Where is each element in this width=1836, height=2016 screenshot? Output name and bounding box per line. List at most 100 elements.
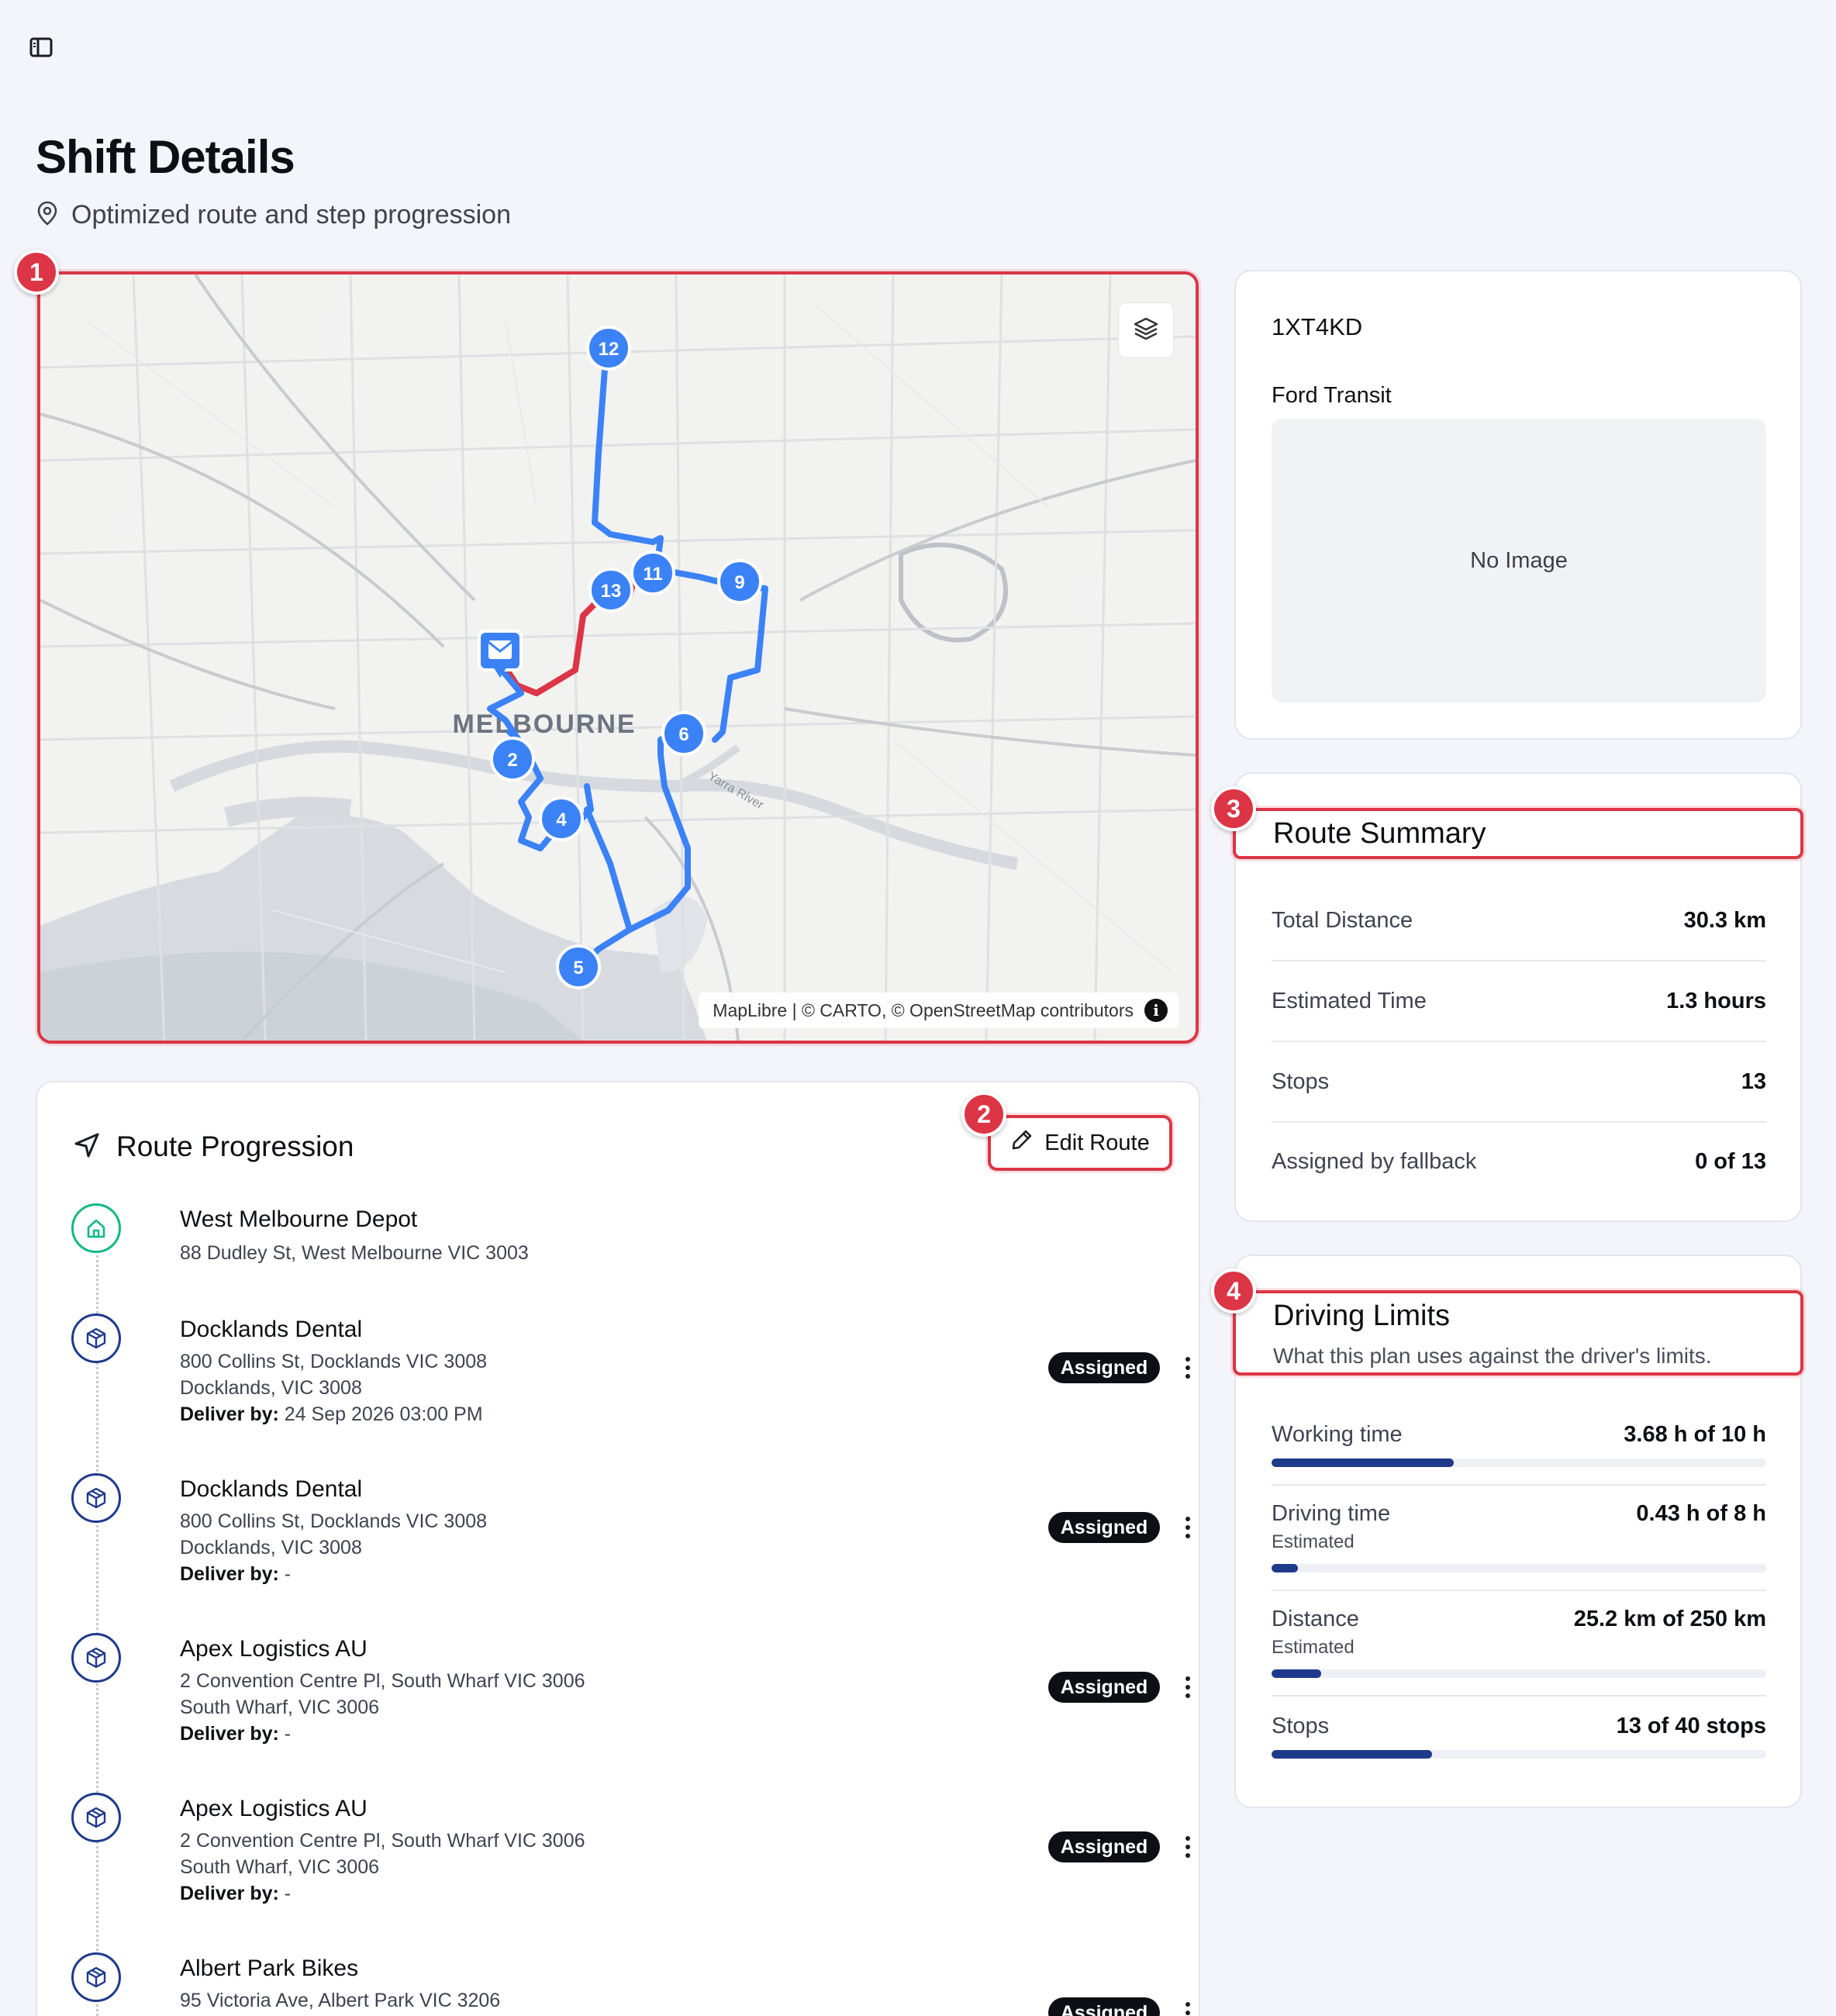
package-icon: [71, 1314, 121, 1363]
deliver-by-value: -: [278, 1723, 292, 1745]
limit-label: Distance: [1272, 1607, 1359, 1631]
map-marker-13: 13: [588, 568, 633, 613]
summary-row-stops: Stops 13: [1272, 1042, 1766, 1123]
summary-label: Estimated Time: [1272, 988, 1427, 1013]
summary-label: Total Distance: [1272, 907, 1413, 933]
stop-item[interactable]: Docklands Dental 800 Collins St, Docklan…: [71, 1314, 1190, 1430]
limit-progress-fill: [1272, 1458, 1454, 1467]
svg-text:5: 5: [573, 958, 583, 979]
stop-item[interactable]: Apex Logistics AU 2 Convention Centre Pl…: [71, 1633, 1190, 1749]
map-attribution-text[interactable]: MapLibre | © CARTO, © OpenStreetMap cont…: [713, 1000, 1134, 1021]
page-subtitle: Optimized route and step progression: [71, 200, 511, 230]
stop-locality: South Wharf, VIC 3006: [180, 1856, 380, 1878]
page-title: Shift Details: [36, 131, 295, 183]
limit-progress-fill: [1272, 1669, 1322, 1678]
route-progression-card: Route Progression Edit Route West Melbou…: [36, 1081, 1200, 2016]
stop-address: 88 Dudley St, West Melbourne VIC 3003: [180, 1242, 529, 1264]
stop-name: Apex Logistics AU: [180, 1636, 368, 1662]
driving-limits-title: Driving Limits: [1273, 1300, 1451, 1332]
map-attribution: MapLibre | © CARTO, © OpenStreetMap cont…: [699, 992, 1179, 1028]
stop-deliver-by: Deliver by: -: [180, 1883, 291, 1905]
limit-progress-bar: [1272, 1564, 1766, 1572]
summary-label: Stops: [1272, 1068, 1330, 1094]
route-map[interactable]: MELBOURNE Yarra River 12 11 13 9 2 6 4 5…: [37, 271, 1199, 1044]
deliver-by-label: Deliver by:: [180, 1563, 279, 1585]
limit-value: 0.43 h of 8 h: [1636, 1501, 1766, 1526]
driving-limits-header: Driving Limits What this plan uses again…: [1233, 1290, 1803, 1376]
page-subtitle-row: Optimized route and step progression: [36, 200, 511, 230]
depot-marker: [478, 630, 523, 678]
svg-text:4: 4: [556, 810, 567, 830]
package-icon: [71, 1952, 121, 2002]
svg-text:12: 12: [599, 339, 619, 360]
callout-3: 3: [1211, 786, 1256, 831]
summary-row-estimated-time: Estimated Time 1.3 hours: [1272, 961, 1766, 1042]
more-options-icon[interactable]: [1179, 1831, 1197, 1862]
deliver-by-value: -: [278, 1563, 292, 1585]
home-icon: [71, 1203, 121, 1253]
stop-item[interactable]: Albert Park Bikes 95 Victoria Ave, Alber…: [71, 1952, 1190, 2016]
stop-address: 800 Collins St, Docklands VIC 3008: [180, 1351, 488, 1372]
map-canvas[interactable]: MELBOURNE Yarra River 12 11 13 9 2 6 4 5: [40, 274, 1196, 1041]
vehicle-plate: 1XT4KD: [1272, 313, 1363, 340]
limit-driving-time: Driving time 0.43 h of 8 h Estimated: [1272, 1501, 1766, 1572]
deliver-by-label: Deliver by:: [180, 1403, 279, 1425]
stop-item[interactable]: West Melbourne Depot 88 Dudley St, West …: [71, 1203, 1172, 1281]
status-badge: Assigned: [1048, 1512, 1160, 1543]
map-marker-12: 12: [586, 326, 631, 371]
stop-item[interactable]: Apex Logistics AU 2 Convention Centre Pl…: [71, 1793, 1190, 1909]
vehicle-model: Ford Transit: [1272, 383, 1392, 408]
limit-working-time: Working time 3.68 h of 10 h: [1272, 1422, 1766, 1467]
stop-deliver-by: Deliver by: -: [180, 1723, 291, 1745]
summary-value: 1.3 hours: [1666, 988, 1766, 1013]
stop-locality: South Wharf, VIC 3006: [180, 1697, 380, 1718]
more-options-icon[interactable]: [1179, 1997, 1197, 2016]
stop-deliver-by: Deliver by: 24 Sep 2026 03:00 PM: [180, 1403, 483, 1426]
edit-route-button[interactable]: Edit Route: [988, 1115, 1172, 1171]
more-options-icon[interactable]: [1179, 1672, 1197, 1703]
stop-deliver-by: Deliver by: -: [180, 1563, 291, 1586]
map-city-label: MELBOURNE: [452, 709, 636, 739]
navigation-arrow-icon: [73, 1131, 101, 1163]
info-icon[interactable]: i: [1144, 999, 1168, 1022]
divider: [1272, 1590, 1766, 1591]
more-options-icon[interactable]: [1179, 1512, 1197, 1543]
sidebar-toggle-icon[interactable]: [29, 37, 53, 57]
status-badge: Assigned: [1048, 1672, 1160, 1703]
summary-value: 30.3 km: [1683, 907, 1766, 933]
limit-note: Estimated: [1272, 1531, 1355, 1552]
more-options-icon[interactable]: [1179, 1352, 1197, 1383]
summary-row-total-distance: Total Distance 30.3 km: [1272, 881, 1766, 961]
stop-name: Apex Logistics AU: [180, 1796, 368, 1821]
map-marker-5: 5: [556, 944, 601, 989]
svg-text:2: 2: [507, 750, 517, 771]
map-layers-button[interactable]: [1118, 302, 1174, 358]
stop-item[interactable]: Docklands Dental 800 Collins St, Docklan…: [71, 1473, 1190, 1590]
limit-value: 13 of 40 stops: [1616, 1714, 1766, 1738]
vehicle-image-placeholder: No Image: [1272, 419, 1766, 702]
limit-progress-bar: [1272, 1750, 1766, 1759]
limit-label: Stops: [1272, 1714, 1330, 1738]
limit-progress-fill: [1272, 1750, 1433, 1759]
stop-name: Albert Park Bikes: [180, 1956, 359, 1981]
edit-route-label: Edit Route: [1044, 1130, 1150, 1155]
limit-value: 25.2 km of 250 km: [1573, 1607, 1766, 1631]
stop-address: 800 Collins St, Docklands VIC 3008: [180, 1510, 488, 1532]
layers-icon: [1133, 316, 1159, 346]
callout-1: 1: [14, 250, 59, 295]
limit-progress-bar: [1272, 1669, 1766, 1678]
limit-label: Working time: [1272, 1422, 1403, 1447]
map-pin-icon: [36, 200, 59, 230]
map-marker-4: 4: [539, 796, 584, 841]
stop-locality: Docklands, VIC 3008: [180, 1377, 362, 1399]
route-progression-title: Route Progression: [116, 1131, 354, 1162]
summary-value: 0 of 13: [1695, 1148, 1766, 1174]
limit-stops: Stops 13 of 40 stops: [1272, 1714, 1766, 1759]
status-badge: Assigned: [1048, 1997, 1160, 2016]
status-badge: Assigned: [1048, 1831, 1160, 1862]
route-summary-header: Route Summary: [1233, 808, 1803, 859]
map-marker-2: 2: [490, 737, 535, 782]
callout-4: 4: [1211, 1269, 1256, 1314]
stop-address: 95 Victoria Ave, Albert Park VIC 3206: [180, 1990, 501, 2011]
limit-progress-bar: [1272, 1458, 1766, 1467]
